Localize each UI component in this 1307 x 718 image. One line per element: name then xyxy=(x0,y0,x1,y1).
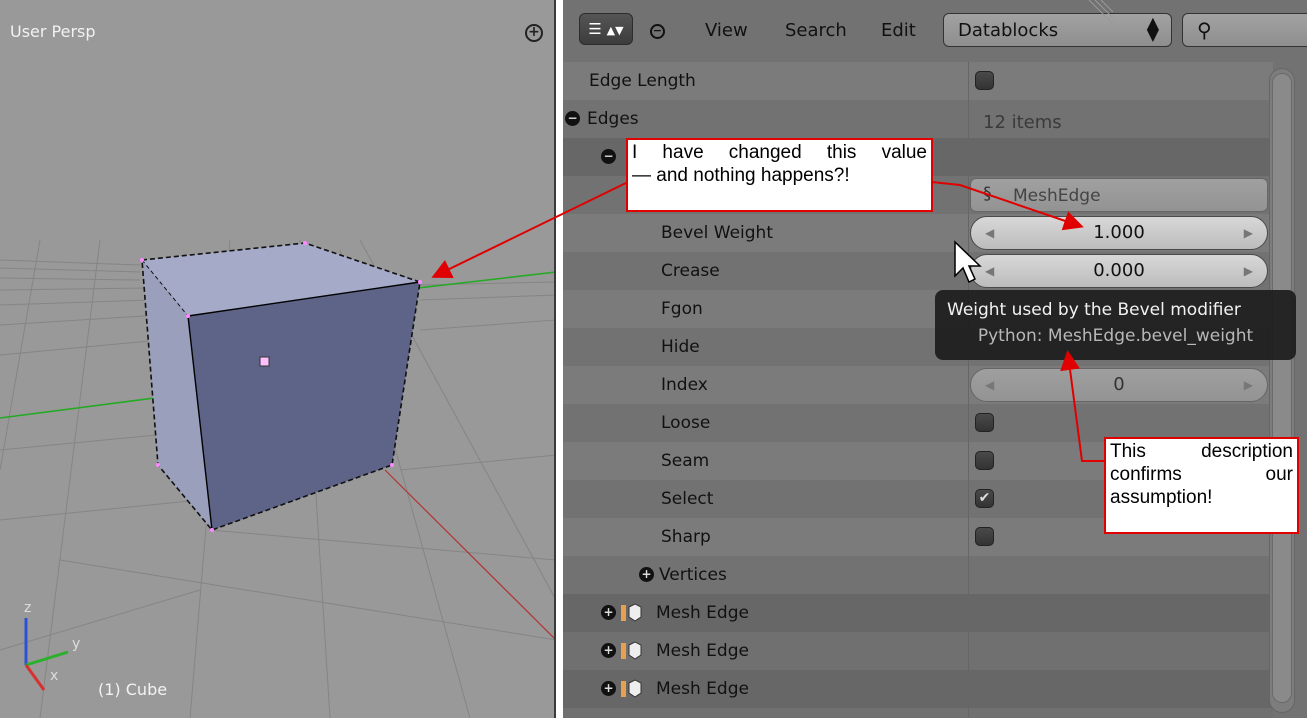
index-value: 0 xyxy=(1113,374,1125,395)
rna-type-field[interactable]: § MeshEdge xyxy=(970,178,1268,212)
row-label: Crease xyxy=(661,261,720,281)
collapse-icon[interactable]: − xyxy=(601,149,616,164)
3d-viewport[interactable]: User Persp + z y x (1) Cube xyxy=(0,0,556,718)
row-mesh-edge[interactable]: + Mesh Edge xyxy=(563,670,1273,708)
row-label: Select xyxy=(661,489,714,509)
bevel-weight-value: 1.000 xyxy=(1093,222,1145,243)
chevron-updown-icon: ▲ ▼ xyxy=(1146,13,1159,44)
bevel-weight-field[interactable]: ◀ 1.000 ▶ xyxy=(970,216,1268,250)
row-label: Seam xyxy=(661,451,710,471)
increment-arrow-icon[interactable]: ▶ xyxy=(1244,255,1253,287)
row-mesh-edge[interactable]: + Mesh Edge xyxy=(563,632,1273,670)
increment-arrow-icon[interactable]: ▶ xyxy=(1244,217,1253,249)
outliner-icon: ☰ xyxy=(588,20,602,38)
row-label: Edge Length xyxy=(589,71,696,91)
row-edge-length[interactable]: Edge Length xyxy=(563,62,1273,100)
tooltip: Weight used by the Bevel modifier Python… xyxy=(935,290,1296,360)
struct-icon: § xyxy=(983,184,992,204)
checkmark-icon: ✔ xyxy=(978,490,991,506)
row-label: Mesh Edge xyxy=(656,603,749,623)
row-index[interactable]: Index ◀ 0 ▶ xyxy=(563,366,1273,404)
menu-view[interactable]: View xyxy=(705,20,748,41)
scrollbar-thumb[interactable] xyxy=(1272,73,1292,703)
crease-field[interactable]: ◀ 0.000 ▶ xyxy=(970,254,1268,288)
menu-search[interactable]: Search xyxy=(785,20,847,41)
increment-arrow-icon[interactable]: ▶ xyxy=(1244,369,1253,401)
magnifier-icon: ⚲ xyxy=(1197,18,1212,42)
mouse-cursor-icon xyxy=(954,240,982,284)
rna-type-value: MeshEdge xyxy=(1013,186,1101,206)
expand-icon[interactable]: + xyxy=(601,643,616,658)
editor-type-button[interactable]: ☰ ▲▼ xyxy=(579,13,633,45)
viewport-properties-icon[interactable]: + xyxy=(525,24,543,42)
viewport-scene xyxy=(0,239,554,718)
row-vertices[interactable]: + Vertices xyxy=(563,556,1273,594)
crease-value: 0.000 xyxy=(1093,260,1145,281)
callout-line: confirms our xyxy=(1110,464,1293,485)
expand-icon[interactable]: + xyxy=(639,567,654,582)
expand-icon[interactable]: + xyxy=(601,681,616,696)
sharp-checkbox[interactable] xyxy=(975,527,994,546)
loose-checkbox[interactable] xyxy=(975,413,994,432)
menu-edit[interactable]: Edit xyxy=(881,20,916,41)
row-edges[interactable]: − Edges 12 items xyxy=(563,100,1273,138)
object-origin-icon[interactable] xyxy=(259,356,270,367)
row-label: Loose xyxy=(661,413,711,433)
outliner-header: ☰ ▲▼ − View Search Edit Datablocks ▲ ▼ ⚲ xyxy=(563,0,1307,62)
row-bevel-weight[interactable]: Bevel Weight ◀ 1.000 ▶ xyxy=(563,214,1273,252)
search-field[interactable]: ⚲ xyxy=(1182,13,1307,47)
row-mesh-edge[interactable]: + Mesh Edge xyxy=(563,594,1273,632)
up-down-arrows-icon: ▲▼ xyxy=(606,24,624,37)
callout-line: assumption! xyxy=(1110,487,1213,508)
callout-description-confirms: This description confirms our assumption… xyxy=(1104,437,1299,534)
collapse-icon[interactable]: − xyxy=(565,111,580,126)
x-axis-line xyxy=(0,395,171,419)
select-checkbox[interactable]: ✔ xyxy=(975,489,994,508)
row-label: Sharp xyxy=(661,527,711,547)
outliner-scrollbar[interactable] xyxy=(1269,68,1295,713)
area-split-handle-icon[interactable] xyxy=(1083,0,1113,30)
decrement-arrow-icon[interactable]: ◀ xyxy=(985,369,994,401)
cube-mesh[interactable] xyxy=(140,241,422,532)
row-label: Edges xyxy=(587,109,639,129)
seam-checkbox[interactable] xyxy=(975,451,994,470)
row-label: Hide xyxy=(661,337,700,357)
row-label: Bevel Weight xyxy=(661,223,773,243)
mesh-edge-icon xyxy=(621,641,642,660)
axis-gizmo xyxy=(24,618,69,691)
cube-front-face xyxy=(188,282,420,530)
callout-line: — and nothing happens?! xyxy=(632,165,850,186)
axis-x-label: x xyxy=(50,668,59,684)
index-field[interactable]: ◀ 0 ▶ xyxy=(970,368,1268,402)
tooltip-title: Weight used by the Bevel modifier xyxy=(947,300,1241,320)
callout-line: This description xyxy=(1110,441,1293,462)
header-collapse-icon[interactable]: − xyxy=(650,24,665,39)
axis-y-label: y xyxy=(72,636,81,652)
column-divider xyxy=(968,62,969,718)
viewport-title: User Persp xyxy=(10,22,96,41)
mesh-edge-icon xyxy=(621,603,642,622)
row-mesh-edge-partial[interactable] xyxy=(563,708,1273,718)
callout-changed-value: I have changed this value — and nothing … xyxy=(626,138,933,212)
display-mode-value: Datablocks xyxy=(958,20,1059,41)
row-crease[interactable]: Crease ◀ 0.000 ▶ xyxy=(563,252,1273,290)
expand-icon[interactable]: + xyxy=(601,605,616,620)
edges-count: 12 items xyxy=(983,112,1062,133)
row-label: Mesh Edge xyxy=(656,679,749,699)
row-label: Mesh Edge xyxy=(656,641,749,661)
display-mode-dropdown[interactable]: Datablocks ▲ ▼ xyxy=(943,13,1172,47)
row-label: Index xyxy=(661,375,708,395)
mesh-edge-icon xyxy=(621,679,642,698)
active-object-name: (1) Cube xyxy=(98,680,168,699)
edge-length-checkbox[interactable] xyxy=(975,71,994,90)
row-label: Vertices xyxy=(659,565,727,585)
row-label: Fgon xyxy=(661,299,703,319)
y-axis-line xyxy=(384,469,554,639)
callout-line: I have changed this value xyxy=(632,142,927,163)
axis-z-label: z xyxy=(24,600,32,616)
tooltip-python-path: Python: MeshEdge.bevel_weight xyxy=(977,326,1254,346)
